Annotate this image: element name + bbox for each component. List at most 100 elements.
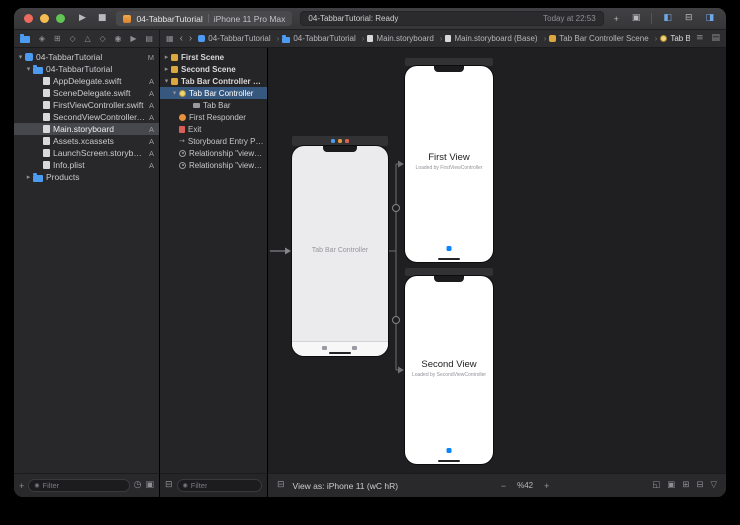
add-file-button[interactable]: + [19,481,24,491]
zoom-out-button[interactable]: − [501,481,506,491]
outline-row-tabbar-scene[interactable]: ▾ Tab Bar Controller Scene [160,75,267,87]
disclosure-triangle[interactable]: ▸ [24,173,33,181]
relationship-segue-badge-second[interactable] [392,316,400,324]
file-row-appdelegate[interactable]: AppDelegate.swift A [14,75,159,87]
relationship-segue-line[interactable] [388,163,398,371]
tab-bar-item-1[interactable] [321,346,327,350]
file-name: 04-TabbarTutorial [36,52,103,62]
selected-tab-item[interactable] [446,448,452,453]
go-back-icon[interactable]: ‹ [180,33,183,44]
run-button[interactable]: ▶ [77,14,88,23]
source-control-navigator-icon[interactable]: ◈ [39,34,45,43]
outline-row-tab-bar[interactable]: Tab Bar [160,99,267,111]
scene-dock-first-view[interactable] [405,58,493,66]
file-row-firstviewcontroller[interactable]: FirstViewController.swift A [14,99,159,111]
disclosure-triangle[interactable]: ▸ [162,65,171,73]
first-responder-dock-icon[interactable] [338,139,342,143]
first-view-scene[interactable]: First View Loaded by FirstViewController [405,66,493,262]
group-row[interactable]: ▾ 04-TabbarTutorial [14,63,159,75]
disclosure-triangle[interactable]: ▸ [162,53,171,61]
debug-navigator-icon[interactable]: ◉ [114,34,121,43]
toggle-inspector-icon[interactable]: ◨ [703,14,716,23]
hide-document-outline-icon[interactable]: ⊟ [165,481,173,490]
traffic-lights [24,14,65,23]
scene-dock-second-view[interactable] [405,268,493,276]
outline-filter-input[interactable]: ◉ Filter [176,479,262,492]
disclosure-triangle[interactable]: ▾ [24,65,33,73]
outline-row-second-scene[interactable]: ▸ Second Scene [160,63,267,75]
selected-tab-item[interactable] [446,246,452,251]
project-navigator-icon[interactable] [20,34,30,43]
breadcrumb-group[interactable]: 04-TabbarTutorial [282,34,364,43]
outline-row-tab-bar-controller[interactable]: ▾ Tab Bar Controller [160,87,267,99]
relationship-segue-badge-first[interactable] [392,204,400,212]
outline-row-exit[interactable]: Exit [160,123,267,135]
breadcrumb-label: Main.storyboard (Base) [454,34,538,43]
project-row[interactable]: ▾ 04-TabbarTutorial M [14,51,159,63]
outline-row-first-scene[interactable]: ▸ First Scene [160,51,267,63]
outline-row-relationship-1[interactable]: Relationship "view contr… [160,147,267,159]
first-view-title: First View [428,152,470,164]
file-row-assets[interactable]: Assets.xcassets A [14,135,159,147]
disclosure-triangle[interactable]: ▾ [16,53,25,61]
minimize-window-button[interactable] [40,14,49,23]
scene-dock-tab-bar-controller[interactable] [292,136,388,146]
plist-file-icon [43,161,50,169]
issue-navigator-icon[interactable]: △ [84,34,90,43]
resolve-auto-layout-icon[interactable]: ▽ [710,481,717,490]
toggle-debug-area-icon[interactable]: ⊟ [683,14,695,23]
go-forward-icon[interactable]: › [189,33,192,44]
breadcrumb-scene[interactable]: Tab Bar Controller Scene [549,34,657,43]
disclosure-triangle[interactable]: ▾ [170,89,179,97]
file-row-infoplist[interactable]: Info.plist A [14,159,159,171]
project-navigator: ▾ 04-TabbarTutorial M ▾ 04-TabbarTutoria… [14,48,160,473]
view-as-device-button[interactable]: View as: iPhone 11 (wC hR) [293,481,399,491]
close-window-button[interactable] [24,14,33,23]
navigator-filter-input[interactable]: ◉ Filter [28,479,130,492]
file-row-launchscreen[interactable]: LaunchScreen.storyboard A [14,147,159,159]
tab-bar-item-2[interactable] [352,346,358,350]
test-navigator-icon[interactable]: ◇ [99,34,105,43]
outline-row-entry-point[interactable]: → Storyboard Entry Point [160,135,267,147]
align-icon[interactable]: ⊞ [682,481,689,490]
breadcrumb-view-controller[interactable]: Tab Bar Controller [660,34,690,43]
outline-row-first-responder[interactable]: First Responder [160,111,267,123]
toggle-outline-icon[interactable]: ⊟ [277,481,285,490]
activity-status: 04-TabbarTutorial: Ready Today at 22:53 [300,11,604,26]
zoom-in-button[interactable]: + [544,481,549,491]
source-control-status-icon[interactable]: ▣ [145,481,154,490]
breadcrumb-storyboard-base[interactable]: Main.storyboard (Base) [445,34,546,43]
related-items-icon[interactable]: ▦ [166,34,174,43]
library-plus-button[interactable]: + [612,14,621,24]
recent-files-icon[interactable]: ◷ [134,481,142,490]
disclosure-triangle[interactable]: ▾ [162,77,171,85]
code-review-icon[interactable]: ▣ [630,14,643,23]
find-navigator-icon[interactable]: ◇ [69,34,75,43]
stop-button[interactable]: ■ [96,14,109,23]
editor-layout-icon[interactable]: ▤ [711,34,720,43]
editor-options-icon[interactable]: ≡ [696,34,704,43]
update-frames-icon[interactable]: ◱ [652,481,660,490]
view-controller-dock-icon[interactable] [331,139,335,143]
file-row-main-storyboard[interactable]: Main.storyboard A [14,123,159,135]
navigator-icon-strip: ◈ ⊞ ◇ △ ◇ ◉ ▶ ▤ [14,30,160,47]
zoom-window-button[interactable] [56,14,65,23]
outline-row-relationship-2[interactable]: Relationship "view contr… [160,159,267,171]
embed-in-icon[interactable]: ▣ [667,481,675,490]
exit-dock-icon[interactable] [345,139,349,143]
group-row-products[interactable]: ▸ Products [14,171,159,183]
file-row-secondviewcontroller[interactable]: SecondViewController.swift A [14,111,159,123]
symbol-navigator-icon[interactable]: ⊞ [54,34,61,43]
report-navigator-icon[interactable]: ▤ [145,34,153,43]
scheme-selector[interactable]: 04-TabbarTutorial iPhone 11 Pro Max [116,11,293,26]
toggle-navigator-icon[interactable]: ◧ [661,14,674,23]
storyboard-canvas[interactable]: Tab Bar Controller First View Loaded by … [268,48,726,473]
breadcrumb-storyboard[interactable]: Main.storyboard [367,34,442,43]
pin-constraints-icon[interactable]: ⊟ [696,481,703,490]
file-row-scenedelegate[interactable]: SceneDelegate.swift A [14,87,159,99]
second-view-scene[interactable]: Second View Loaded by SecondViewControll… [405,276,493,464]
zoom-level[interactable]: %42 [517,481,533,490]
tab-bar-controller-scene[interactable]: Tab Bar Controller [292,146,388,356]
breadcrumb-project[interactable]: 04-TabbarTutorial [198,34,279,43]
breakpoint-navigator-icon[interactable]: ▶ [130,34,136,43]
